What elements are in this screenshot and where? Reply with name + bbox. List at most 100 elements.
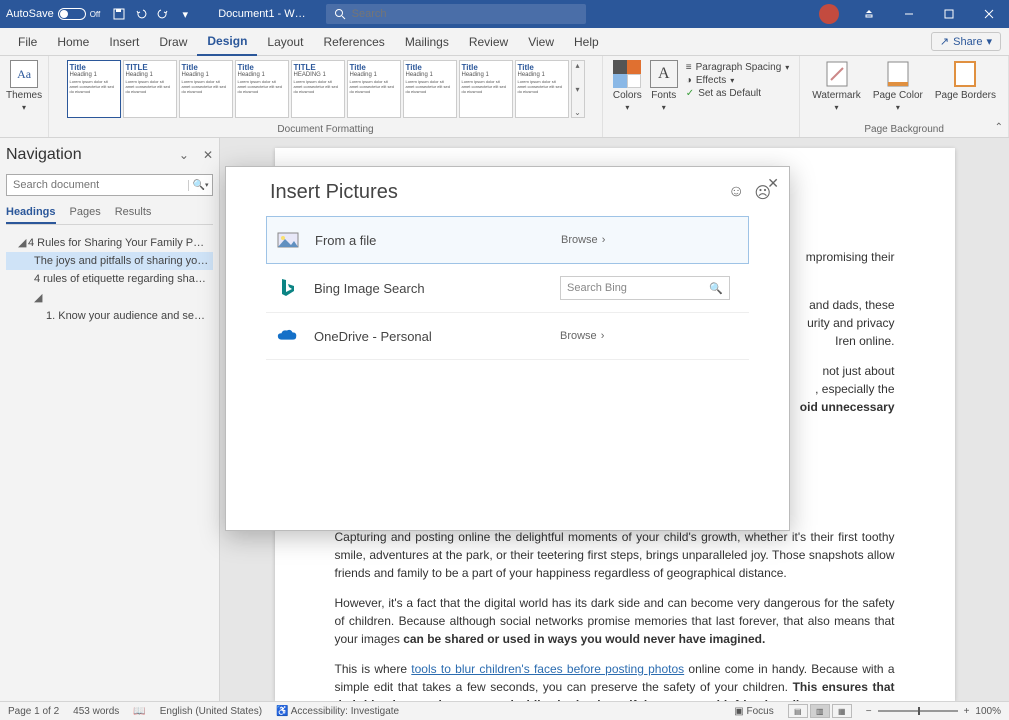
- tab-design[interactable]: Design: [197, 28, 257, 56]
- maximize-icon[interactable]: [929, 0, 969, 28]
- gallery-item[interactable]: TitleHeading 1Lorem ipsum dolor sit amet…: [67, 60, 121, 118]
- chevron-right-icon: ›: [601, 330, 605, 342]
- tab-home[interactable]: Home: [47, 28, 99, 56]
- nav-title: Navigation: [6, 146, 82, 164]
- collapse-ribbon-icon[interactable]: ⌃: [995, 122, 1003, 133]
- tab-draw[interactable]: Draw: [149, 28, 197, 56]
- gallery-item[interactable]: TitleHeading 1Lorem ipsum dolor sit amet…: [235, 60, 289, 118]
- web-layout-icon[interactable]: ▦: [832, 704, 852, 718]
- spellcheck-icon[interactable]: 📖: [133, 706, 145, 717]
- style-gallery[interactable]: TitleHeading 1Lorem ipsum dolor sit amet…: [67, 60, 585, 118]
- page-color-button[interactable]: Page Color▾: [867, 60, 929, 112]
- nav-tabs: Headings Pages Results: [6, 206, 213, 225]
- qat-dropdown-icon[interactable]: ▾: [178, 7, 192, 21]
- tab-layout[interactable]: Layout: [257, 28, 313, 56]
- source-label: OneDrive - Personal: [314, 329, 544, 344]
- tree-item[interactable]: ◢: [6, 288, 213, 307]
- zoom-out-icon[interactable]: −: [866, 706, 872, 717]
- themes-button[interactable]: Aa Themes ▾: [6, 60, 42, 112]
- nav-tab-results[interactable]: Results: [115, 206, 152, 224]
- tab-mailings[interactable]: Mailings: [395, 28, 459, 56]
- user-avatar[interactable]: [819, 4, 839, 24]
- ribbon-group-themes: Aa Themes ▾: [0, 56, 49, 137]
- status-accessibility[interactable]: ♿ Accessibility: Investigate: [276, 706, 399, 717]
- minimize-icon[interactable]: [889, 0, 929, 28]
- source-from-file[interactable]: From a file Browse›: [266, 216, 749, 264]
- navigation-pane: Navigation ⌄ ✕ 🔍▾ Headings Pages Results…: [0, 138, 220, 701]
- undo-icon[interactable]: [134, 7, 148, 21]
- tree-item[interactable]: 4 rules of etiquette regarding sha…: [6, 270, 213, 288]
- status-language[interactable]: English (United States): [160, 706, 262, 717]
- tab-insert[interactable]: Insert: [99, 28, 149, 56]
- autosave-state: Off: [90, 10, 101, 19]
- tab-references[interactable]: References: [313, 28, 394, 56]
- zoom-slider[interactable]: [878, 710, 958, 712]
- zoom-in-icon[interactable]: +: [964, 706, 970, 717]
- tree-item[interactable]: 1. Know your audience and se…: [6, 307, 213, 325]
- nav-tab-headings[interactable]: Headings: [6, 206, 56, 224]
- gallery-item[interactable]: TitleHeading 1Lorem ipsum dolor sit amet…: [347, 60, 401, 118]
- set-default-button[interactable]: ✓Set as Default: [686, 88, 789, 99]
- redo-icon[interactable]: [156, 7, 170, 21]
- insert-pictures-dialog: ✕ Insert Pictures ☺ ☹ From a file Browse…: [225, 166, 790, 531]
- watermark-button[interactable]: Watermark▾: [806, 60, 867, 112]
- focus-icon: ▣: [734, 706, 743, 717]
- status-words[interactable]: 453 words: [73, 706, 119, 717]
- fonts-button[interactable]: A Fonts ▾: [646, 60, 682, 112]
- watermark-icon: [823, 60, 851, 88]
- read-mode-icon[interactable]: ▤: [788, 704, 808, 718]
- source-bing[interactable]: Bing Image Search Search Bing 🔍: [266, 264, 749, 313]
- search-box[interactable]: [326, 4, 586, 24]
- gallery-scroll[interactable]: ▴▾⌄: [571, 60, 585, 118]
- gallery-item[interactable]: TitleHeading 1Lorem ipsum dolor sit amet…: [179, 60, 233, 118]
- gallery-item[interactable]: TitleHeading 1Lorem ipsum dolor sit amet…: [459, 60, 513, 118]
- browse-button[interactable]: Browse›: [560, 330, 604, 342]
- doc-text: , especially the: [815, 382, 894, 396]
- save-icon[interactable]: [112, 7, 126, 21]
- effects-button[interactable]: ◑Effects▾: [686, 75, 789, 86]
- nav-search-input[interactable]: [7, 179, 188, 191]
- nav-tab-pages[interactable]: Pages: [70, 206, 101, 224]
- paragraph-spacing-button[interactable]: ≡Paragraph Spacing▾: [686, 62, 789, 73]
- gallery-item[interactable]: TITLEHEADING 1Lorem ipsum dolor sit amet…: [291, 60, 345, 118]
- page-borders-icon: [951, 60, 979, 88]
- gallery-item[interactable]: TitleHeading 1Lorem ipsum dolor sit amet…: [515, 60, 569, 118]
- bing-search-input[interactable]: Search Bing 🔍: [560, 276, 730, 300]
- gallery-item[interactable]: TitleHeading 1Lorem ipsum dolor sit amet…: [403, 60, 457, 118]
- colors-button[interactable]: Colors ▾: [609, 60, 646, 112]
- tab-file[interactable]: File: [8, 28, 47, 56]
- tab-help[interactable]: Help: [564, 28, 609, 56]
- chevron-down-icon[interactable]: ⌄: [179, 148, 189, 162]
- page-borders-button[interactable]: Page Borders: [929, 60, 1002, 112]
- tree-item[interactable]: The joys and pitfalls of sharing yo…: [6, 252, 213, 270]
- status-page[interactable]: Page 1 of 2: [8, 706, 59, 717]
- tree-item[interactable]: ◢4 Rules for Sharing Your Family Phot…: [6, 233, 213, 252]
- share-icon: ↗: [940, 35, 949, 48]
- page-color-label: Page Color: [873, 90, 923, 101]
- search-input[interactable]: [352, 8, 578, 20]
- print-layout-icon[interactable]: ▥: [810, 704, 830, 718]
- tab-view[interactable]: View: [518, 28, 564, 56]
- smile-icon[interactable]: ☺: [728, 183, 744, 203]
- tab-review[interactable]: Review: [459, 28, 518, 56]
- close-icon[interactable]: ✕: [203, 148, 213, 162]
- ribbon-display-icon[interactable]: [849, 0, 889, 28]
- close-icon[interactable]: ✕: [767, 175, 779, 192]
- placeholder-text: Search Bing: [567, 282, 627, 294]
- share-button[interactable]: ↗ Share ▾: [931, 32, 1001, 51]
- zoom-level[interactable]: 100%: [975, 706, 1001, 717]
- colors-label: Colors: [613, 90, 642, 101]
- search-icon[interactable]: 🔍▾: [188, 180, 212, 191]
- source-onedrive[interactable]: OneDrive - Personal Browse›: [266, 313, 749, 360]
- autosave-toggle[interactable]: AutoSave Off: [0, 8, 106, 20]
- doc-link[interactable]: tools to blur children's faces before po…: [411, 662, 684, 676]
- close-icon[interactable]: [969, 0, 1009, 28]
- browse-button[interactable]: Browse›: [561, 234, 605, 246]
- nav-tree: ◢4 Rules for Sharing Your Family Phot… T…: [6, 233, 213, 325]
- focus-button[interactable]: ▣ Focus: [734, 706, 773, 717]
- themes-label: Themes: [6, 90, 42, 101]
- autosave-label: AutoSave: [6, 8, 54, 20]
- paragraph-spacing-icon: ≡: [686, 62, 692, 73]
- gallery-item[interactable]: TITLEHeading 1Lorem ipsum dolor sit amet…: [123, 60, 177, 118]
- nav-search[interactable]: 🔍▾: [6, 174, 213, 196]
